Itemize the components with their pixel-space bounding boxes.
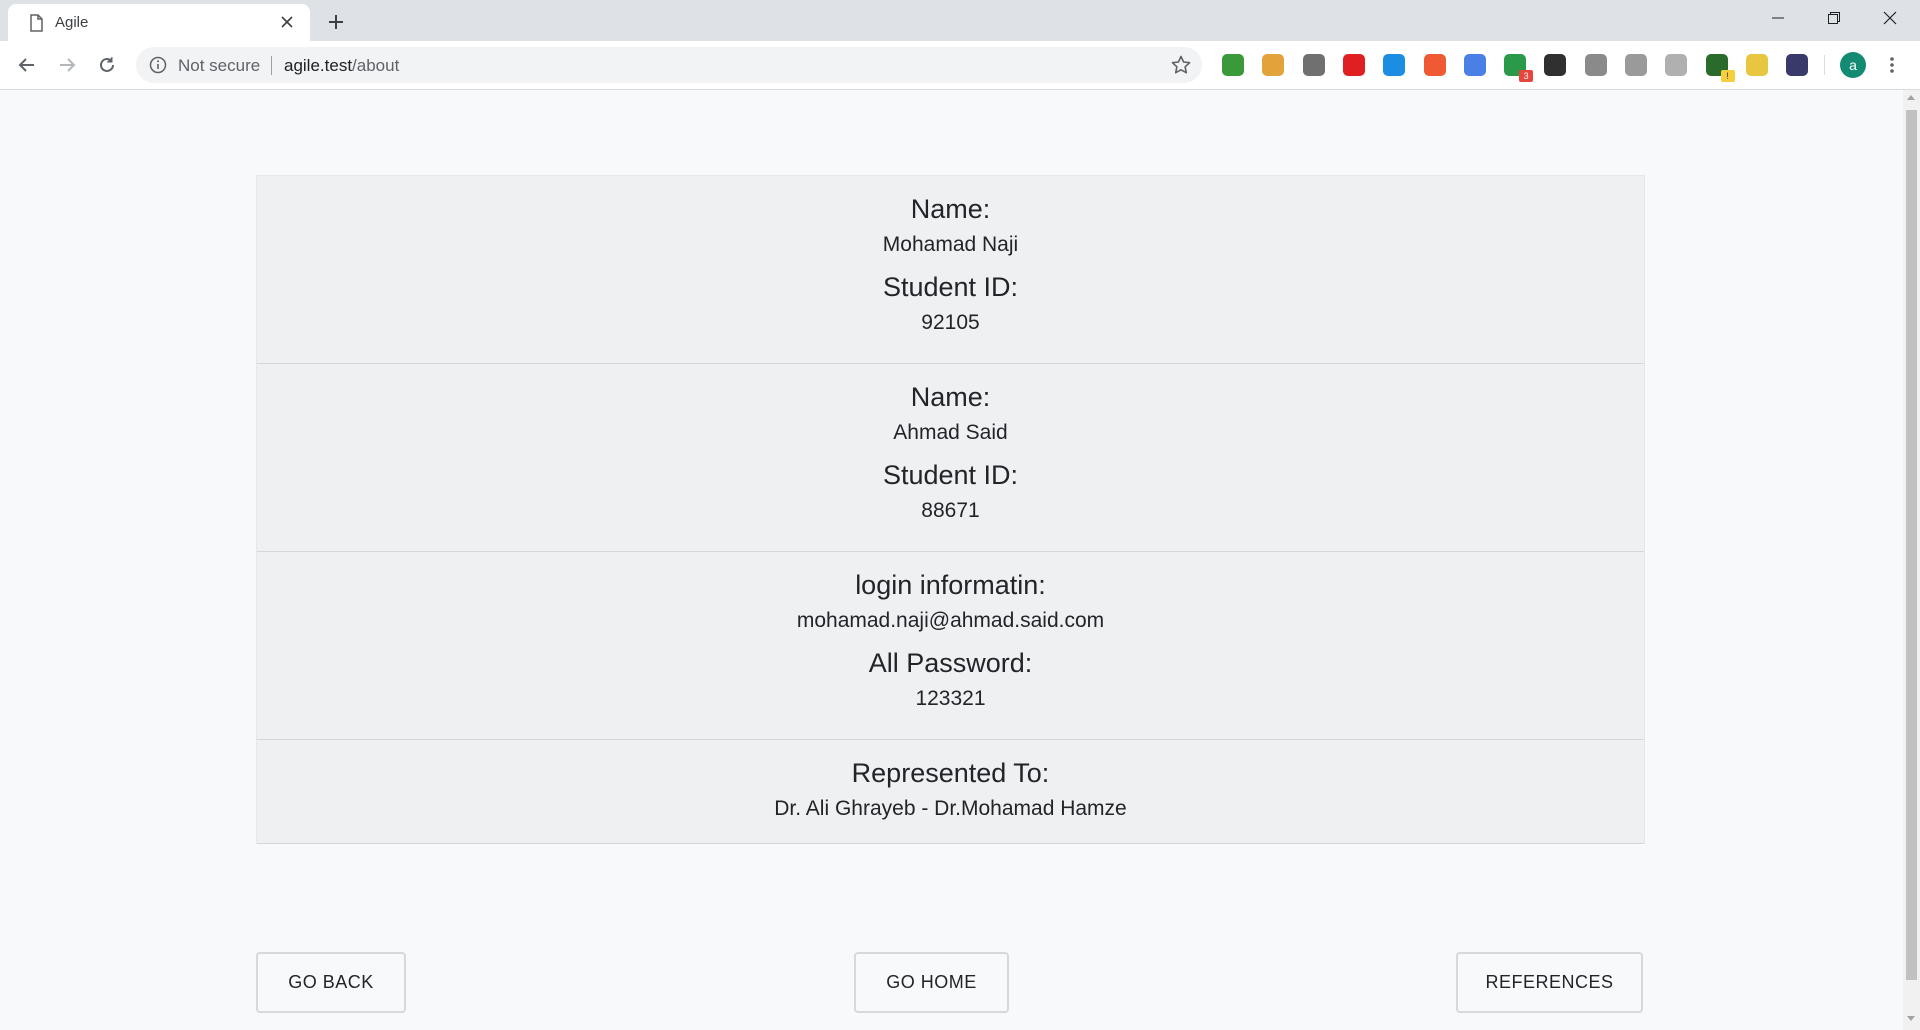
scroll-down-icon[interactable] [1907,1016,1915,1021]
scroll-up-icon[interactable] [1907,95,1915,100]
profile-avatar[interactable]: a [1840,52,1866,78]
earth-extension-icon[interactable]: ! [1705,54,1735,82]
minimize-button[interactable] [1750,0,1806,36]
translate-extension-icon[interactable] [1463,54,1486,76]
url-path: /about [352,56,400,75]
forward-nav-button[interactable] [51,49,83,81]
presented-to-value: Dr. Ali Ghrayeb - Dr.Mohamad Hamze [774,797,1127,820]
password-heading: All Password: [868,648,1033,678]
student-two-section: Name: Ahmad Said Student ID: 88671 [257,364,1644,552]
bookmark-star-icon[interactable] [1170,54,1192,76]
close-icon [1883,11,1897,25]
name-heading: Name: [910,194,991,224]
login-info-section: login informatin: mohamad.naji@ahmad.sai… [257,552,1644,740]
arrow-left-icon [18,58,34,72]
security-status: Not secure [178,56,261,75]
leaf-extension-icon[interactable] [1745,54,1768,76]
browser-menu-button[interactable] [1882,53,1902,77]
url-host: agile.test [284,56,353,75]
presented-to-heading: Represented To: [851,758,1050,788]
drive-extension-icon[interactable] [1665,54,1688,76]
list-extension-icon[interactable] [1786,54,1809,76]
about-card: Name: Mohamad Naji Student ID: 92105 Nam… [256,175,1645,844]
window-extension-icon[interactable] [1383,54,1406,76]
more-vertical-icon [1890,57,1894,73]
minimize-icon [1772,17,1784,19]
puzzle-extension-icon[interactable] [1625,54,1647,76]
extension-badge: ! [1720,70,1735,82]
go-home-button[interactable]: GO HOME [854,952,1009,1013]
extension-badge: 3 [1519,70,1534,82]
restore-button[interactable] [1806,0,1862,36]
student-id-value: 92105 [921,311,980,334]
page-icon [26,13,46,33]
wallet-extension-icon[interactable] [1262,54,1285,76]
reload-icon [100,57,114,72]
browser-toolbar: Not secure agile.test/about 3! a [0,41,1920,90]
page-scrollbar[interactable] [1903,90,1920,1030]
close-window-button[interactable] [1862,0,1918,36]
student-id-heading: Student ID: [882,460,1019,490]
opera-extension-icon[interactable] [1342,54,1365,76]
shield-extension-icon[interactable] [1423,54,1446,76]
stats-extension-icon[interactable]: 3 [1504,54,1534,82]
presented-to-section: Represented To: Dr. Ali Ghrayeb - Dr.Moh… [257,740,1644,844]
gamepad-extension-icon[interactable] [1302,54,1325,76]
globe-extension-icon[interactable] [1222,54,1244,76]
tab-title: Agile [55,14,89,31]
info-icon[interactable] [148,55,168,75]
new-tab-button[interactable] [322,8,350,36]
password-value: 123321 [915,687,986,710]
name-value: Mohamad Naji [882,233,1019,256]
reload-button[interactable] [91,49,123,81]
tab-strip: Agile [0,0,1920,41]
scrollbar-thumb[interactable] [1906,110,1917,980]
arrow-right-icon [60,58,76,72]
v-extension-icon[interactable] [1584,54,1607,76]
restore-icon [1828,12,1840,24]
qr-code-extension-icon[interactable] [1544,54,1567,76]
student-id-value: 88671 [921,499,980,522]
login-email-value: mohamad.naji@ahmad.said.com [796,609,1105,632]
login-info-heading: login informatin: [855,570,1046,600]
go-back-button[interactable]: GO BACK [256,952,406,1013]
references-button[interactable]: REFERENCES [1456,952,1643,1013]
plus-icon [329,15,343,29]
url-separator [271,56,272,75]
name-heading: Name: [910,382,991,412]
student-id-heading: Student ID: [882,272,1019,302]
student-one-section: Name: Mohamad Naji Student ID: 92105 [257,176,1644,364]
address-bar[interactable]: Not secure agile.test/about [136,47,1202,83]
name-value: Ahmad Said [893,421,1008,444]
back-nav-button[interactable] [11,49,43,81]
url-text[interactable]: agile.test/about [284,56,399,76]
close-tab-icon[interactable] [276,11,298,33]
browser-tab[interactable]: Agile [8,4,310,41]
toolbar-divider [1824,55,1825,75]
